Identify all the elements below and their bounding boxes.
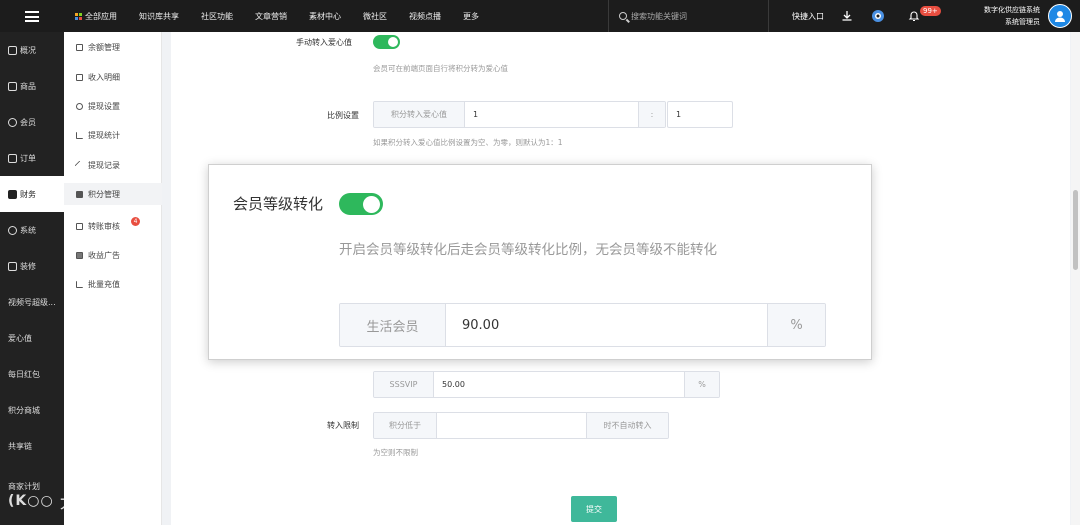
ratio-addon: 积分转入爱心值 bbox=[374, 102, 465, 127]
sssvip-input-group: SSSVIP 50.00 % bbox=[373, 371, 720, 398]
gear-icon bbox=[8, 225, 17, 235]
sidebar-item-video-channel[interactable]: 视频号超级... bbox=[0, 284, 64, 320]
subnav-item-transfer-review[interactable]: 转账审核 4 bbox=[64, 215, 162, 237]
sidebar-item-overview[interactable]: 概况 bbox=[0, 32, 64, 68]
top-nav-item[interactable]: 微社区 bbox=[363, 11, 387, 22]
top-nav-item[interactable]: 文章营销 bbox=[255, 11, 287, 22]
limit-addon: 积分低于 bbox=[374, 413, 437, 438]
line-chart-icon bbox=[76, 280, 83, 288]
limit-input[interactable] bbox=[437, 413, 586, 438]
ratio-left-input[interactable]: 1 bbox=[465, 102, 638, 127]
sidebar-item-love-value[interactable]: 爱心值 bbox=[0, 320, 64, 356]
watermark-logo-icon: (K○○ bbox=[8, 492, 54, 509]
manual-transfer-hint: 会员可在前端页面自行将积分转为爱心值 bbox=[373, 64, 508, 73]
top-nav-item[interactable]: 视频点播 bbox=[409, 11, 441, 22]
transfer-badge: 4 bbox=[131, 217, 140, 226]
manual-transfer-label: 手动转入爱心值 bbox=[296, 38, 352, 47]
ratio-label: 比例设置 bbox=[327, 111, 359, 120]
watermark: (K○○ 大数跨境 bbox=[8, 492, 132, 514]
subnav-item-balance[interactable]: 余额管理 bbox=[64, 36, 162, 58]
scrollbar[interactable] bbox=[1071, 32, 1080, 525]
top-nav-item[interactable]: 社区功能 bbox=[201, 11, 233, 22]
member-level-hint: 开启会员等级转化后走会员等级转化比例，无会员等级不能转化 bbox=[339, 242, 717, 258]
limit-hint: 为空则不限制 bbox=[373, 448, 418, 457]
finance-subnav: 余额管理 收入明细 提现设置 提现统计 提现记录 积分管理 转账审核 4 收益广告… bbox=[64, 32, 162, 525]
sidebar-item-goods[interactable]: 商品 bbox=[0, 68, 64, 104]
subnav-item-income[interactable]: 收入明细 bbox=[64, 66, 162, 88]
life-member-input-group: 生活会员 90.00 % bbox=[339, 303, 826, 347]
top-nav-item[interactable]: 素材中心 bbox=[309, 11, 341, 22]
goods-icon bbox=[8, 81, 17, 91]
quick-entry-link[interactable]: 快捷入口 bbox=[792, 0, 824, 32]
sidebar-item-finance[interactable]: 财务 bbox=[0, 176, 64, 212]
sidebar-item-member[interactable]: 会员 bbox=[0, 104, 64, 140]
document-icon bbox=[76, 43, 83, 51]
sssvip-rate-input[interactable]: 50.00 bbox=[434, 372, 684, 397]
top-nav-bar: 全部应用 知识库共享 社区功能 文章营销 素材中心 微社区 视频点播 更多 搜索… bbox=[0, 0, 1080, 32]
search-icon bbox=[619, 12, 627, 20]
manual-transfer-toggle[interactable] bbox=[373, 35, 400, 49]
avatar[interactable] bbox=[1048, 4, 1072, 28]
top-nav-item[interactable]: 知识库共享 bbox=[139, 11, 179, 22]
gear-icon bbox=[76, 102, 83, 110]
subnav-item-withdraw-stats[interactable]: 提现统计 bbox=[64, 124, 162, 146]
sidebar-item-orders[interactable]: 订单 bbox=[0, 140, 64, 176]
ratio-input-group: 积分转入爱心值 1 : bbox=[373, 101, 666, 128]
apps-grid-icon bbox=[75, 12, 82, 20]
sidebar-item-system[interactable]: 系统 bbox=[0, 212, 64, 248]
percent-addon: % bbox=[767, 304, 825, 346]
user-info[interactable]: 数字化供应链系统 系统管理员 bbox=[984, 4, 1040, 28]
life-member-rate-input[interactable]: 90.00 bbox=[446, 304, 767, 346]
ratio-colon: : bbox=[638, 102, 665, 127]
limit-suffix: 时不自动转入 bbox=[586, 413, 668, 438]
member-level-toggle[interactable] bbox=[339, 193, 383, 215]
member-level-label: 会员等级转化 bbox=[233, 195, 324, 213]
document-icon bbox=[76, 222, 83, 230]
subnav-item-withdraw-settings[interactable]: 提现设置 bbox=[64, 95, 162, 117]
search-input[interactable]: 搜索功能关键词 bbox=[619, 0, 687, 32]
user-avatar-icon bbox=[1055, 11, 1065, 22]
eye-icon[interactable] bbox=[871, 9, 885, 23]
bell-icon[interactable] bbox=[908, 10, 920, 22]
ratio-hint: 如果积分转入爱心值比例设置为空、为零，则默认为1：1 bbox=[373, 138, 563, 147]
org-name: 数字化供应链系统 bbox=[984, 6, 1040, 14]
user-icon bbox=[8, 117, 17, 127]
member-level-zoom-panel: 会员等级转化 开启会员等级转化后走会员等级转化比例，无会员等级不能转化 生活会员… bbox=[208, 164, 872, 360]
sidebar-item-points-mall[interactable]: 积分商城 bbox=[0, 392, 64, 428]
notification-badge: 99+ bbox=[920, 6, 941, 16]
document-icon bbox=[76, 73, 83, 81]
sidebar-item-share-chain[interactable]: 共享链 bbox=[0, 428, 64, 464]
sssvip-addon: SSSVIP bbox=[374, 372, 434, 397]
cart-icon bbox=[8, 153, 17, 163]
percent-addon: % bbox=[684, 372, 719, 397]
subnav-item-batch-recharge[interactable]: 批量充值 bbox=[64, 273, 162, 295]
submit-button[interactable]: 提交 bbox=[571, 496, 617, 522]
download-icon[interactable] bbox=[841, 10, 853, 22]
brush-icon bbox=[8, 261, 17, 271]
pencil-icon bbox=[74, 160, 85, 170]
menu-toggle-icon[interactable] bbox=[0, 0, 64, 32]
top-nav-more[interactable]: 更多 bbox=[463, 11, 479, 22]
image-icon bbox=[76, 251, 83, 259]
top-nav-items: 全部应用 知识库共享 社区功能 文章营销 素材中心 微社区 视频点播 更多 bbox=[75, 0, 501, 32]
subnav-item-revenue-ads[interactable]: 收益广告 bbox=[64, 244, 162, 266]
top-nav-all-apps[interactable]: 全部应用 bbox=[75, 11, 117, 22]
line-chart-icon bbox=[76, 131, 83, 139]
main-sidebar: 概况 商品 会员 订单 财务 系统 装修 视频号超级... 爱心值 每日红包 积… bbox=[0, 32, 64, 525]
limit-label: 转入限制 bbox=[327, 421, 359, 430]
user-role: 系统管理员 bbox=[1005, 18, 1040, 26]
subnav-item-withdraw-records[interactable]: 提现记录 bbox=[64, 154, 162, 176]
life-member-addon: 生活会员 bbox=[340, 304, 446, 346]
sidebar-item-daily-redpacket[interactable]: 每日红包 bbox=[0, 356, 64, 392]
limit-input-group: 积分低于 时不自动转入 bbox=[373, 412, 669, 439]
ratio-right-input-group: 1 bbox=[667, 101, 733, 128]
subnav-item-points[interactable]: 积分管理 bbox=[64, 183, 162, 205]
sidebar-item-decoration[interactable]: 装修 bbox=[0, 248, 64, 284]
dashboard-icon bbox=[8, 45, 17, 55]
finance-icon bbox=[8, 189, 17, 199]
ratio-right-input[interactable]: 1 bbox=[668, 102, 732, 127]
scrollbar-thumb[interactable] bbox=[1073, 190, 1078, 270]
database-icon bbox=[76, 190, 83, 198]
